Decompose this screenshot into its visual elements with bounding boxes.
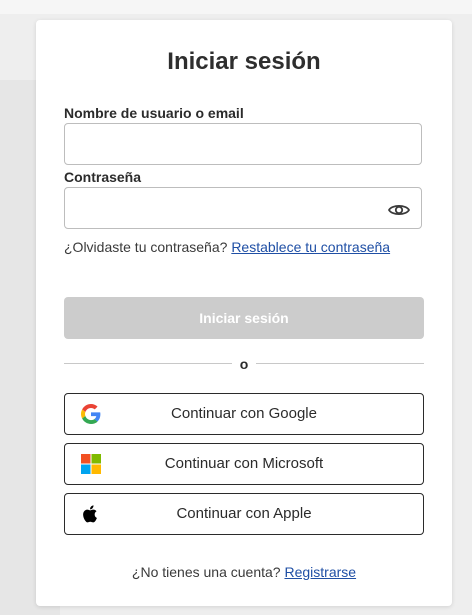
page-top-strip [0,0,472,14]
or-divider: o [64,356,424,372]
reset-password-link[interactable]: Restablece tu contraseña [231,239,390,255]
password-label: Contraseña [64,169,142,185]
signup-prompt: ¿No tienes una cuenta? Registrarse [36,564,452,580]
forgot-password-text: ¿Olvidaste tu contraseña? Restablece tu … [64,238,394,256]
apple-login-label: Continuar con Apple [176,505,312,522]
login-submit-button[interactable]: Iniciar sesión [64,297,424,339]
microsoft-login-button[interactable]: Continuar con Microsoft [64,443,424,485]
divider-text: o [239,356,249,372]
page-title: Iniciar sesión [167,48,321,75]
login-card: Iniciar sesión Nombre de usuario o email… [36,20,452,606]
forgot-password-prompt: ¿Olvidaste tu contraseña? [64,239,228,255]
apple-icon [81,504,101,524]
google-login-button[interactable]: Continuar con Google [64,393,424,435]
microsoft-login-label: Continuar con Microsoft [164,455,324,472]
apple-login-button[interactable]: Continuar con Apple [64,493,424,535]
username-input[interactable] [64,123,422,165]
signup-text: ¿No tienes una cuenta? [131,564,281,580]
microsoft-icon [81,454,101,474]
google-icon [81,404,101,424]
username-label: Nombre de usuario o email [64,105,244,121]
register-link[interactable]: Registrarse [284,564,356,580]
password-input[interactable] [64,187,422,229]
show-password-eye-icon[interactable] [387,198,411,222]
divider-line-right [256,363,424,364]
google-login-label: Continuar con Google [171,405,317,422]
